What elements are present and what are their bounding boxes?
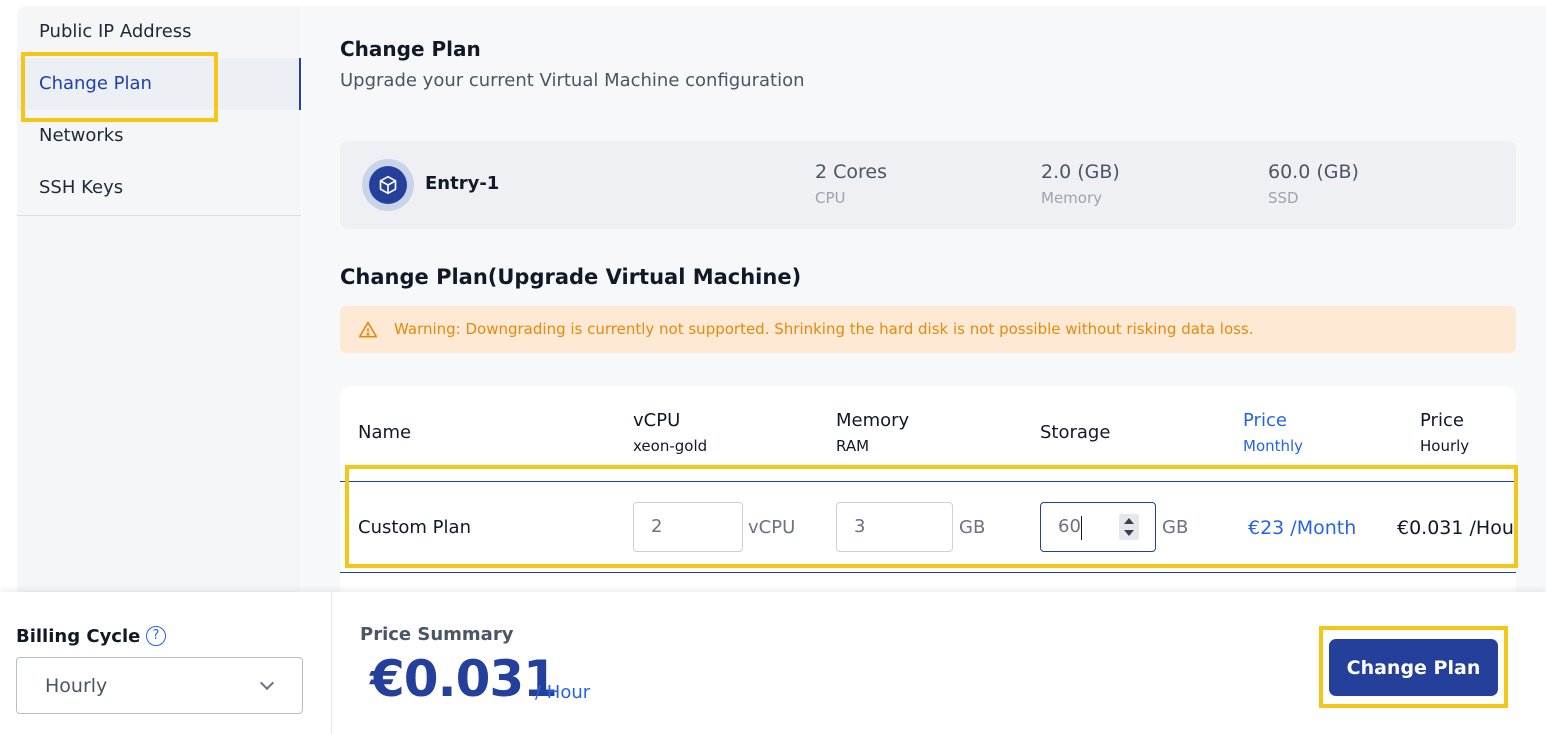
storage-stepper[interactable] [1119, 514, 1139, 540]
vcpu-unit: vCPU [748, 517, 796, 538]
column-header-name: Name [358, 422, 411, 443]
sidebar-item-change-plan[interactable]: Change Plan [17, 58, 301, 110]
price-summary-amount: €0.031 [370, 650, 558, 708]
column-header-vcpu: vCPU xeon-gold [633, 410, 707, 455]
column-header-storage-label: Storage [1040, 422, 1111, 443]
custom-plan-name: Custom Plan [358, 517, 471, 538]
column-header-vcpu-sub: xeon-gold [633, 437, 708, 455]
column-header-name-label: Name [358, 422, 412, 443]
column-header-price-monthly: Price Monthly [1243, 410, 1303, 455]
change-plan-button[interactable]: Change Plan [1329, 639, 1498, 696]
price-summary-unit: / Hour [535, 682, 591, 703]
spec-memory-value: 2.0 (GB) [1041, 161, 1120, 183]
bottom-divider [331, 592, 332, 734]
billing-cycle-select[interactable]: Hourly [16, 657, 303, 714]
plan-table: Name vCPU xeon-gold Memory RAM Storage P… [340, 386, 1516, 606]
column-header-price-monthly-label: Price [1243, 410, 1287, 431]
column-header-price-hourly-label: Price [1420, 410, 1464, 431]
column-header-memory: Memory RAM [836, 410, 909, 455]
warning-icon [358, 321, 378, 338]
row-divider-bottom [340, 572, 1516, 573]
main-panel: Change Plan Upgrade your current Virtual… [302, 6, 1546, 606]
cube-icon [369, 166, 407, 204]
spec-cpu: 2 Cores CPU [815, 161, 887, 207]
page-title: Change Plan [340, 37, 481, 61]
price-monthly-value: €23 /Month [1248, 517, 1357, 539]
stepper-down-icon[interactable] [1124, 530, 1134, 536]
column-header-storage: Storage [1040, 422, 1110, 443]
vcpu-input[interactable]: 2 [633, 502, 743, 552]
spec-ssd: 60.0 (GB) SSD [1268, 161, 1359, 207]
text-caret [1081, 516, 1082, 540]
warning-text: Warning: Downgrading is currently not su… [394, 320, 1254, 338]
price-hourly-value: €0.031 /Hou [1397, 517, 1514, 539]
price-summary-label: Price Summary [360, 624, 514, 645]
bottom-bar: Billing Cycle ? Hourly Price Summary €0.… [0, 592, 1546, 734]
chevron-down-icon [259, 675, 275, 691]
upgrade-section-title: Change Plan(Upgrade Virtual Machine) [340, 265, 802, 289]
column-header-memory-sub: RAM [836, 437, 870, 455]
memory-input[interactable]: 3 [836, 502, 953, 552]
spec-memory: 2.0 (GB) Memory [1041, 161, 1120, 207]
storage-input-value: 60 [1058, 516, 1081, 537]
sidebar-item-ssh-keys[interactable]: SSH Keys [17, 162, 301, 214]
spec-ssd-value: 60.0 (GB) [1268, 161, 1359, 183]
page-subtitle: Upgrade your current Virtual Machine con… [340, 70, 805, 91]
sidebar-item-public-ip[interactable]: Public IP Address [17, 6, 301, 58]
current-plan-name: Entry-1 [425, 173, 500, 194]
billing-cycle-label: Billing Cycle [16, 626, 141, 647]
stepper-up-icon[interactable] [1124, 518, 1134, 524]
column-header-vcpu-label: vCPU [633, 410, 681, 431]
spec-memory-label: Memory [1041, 189, 1103, 207]
spec-cpu-value: 2 Cores [815, 161, 888, 183]
current-plan-card: Entry-1 2 Cores CPU 2.0 (GB) Memory 60.0… [340, 141, 1516, 229]
question-circle-icon[interactable]: ? [146, 626, 166, 646]
spec-cpu-label: CPU [815, 189, 846, 207]
storage-unit: GB [1162, 517, 1189, 538]
column-header-price-hourly: Price Hourly [1420, 410, 1469, 455]
sidebar-item-networks[interactable]: Networks [17, 110, 301, 162]
spec-ssd-label: SSD [1268, 189, 1299, 207]
storage-input[interactable]: 60 [1040, 502, 1156, 552]
billing-cycle-value: Hourly [45, 675, 108, 697]
sidebar: Public IP Address Change Plan Networks S… [17, 6, 301, 606]
row-divider-top [340, 481, 1516, 482]
sidebar-divider [17, 215, 301, 216]
column-header-price-monthly-sub: Monthly [1243, 437, 1304, 455]
column-header-price-hourly-sub: Hourly [1420, 437, 1470, 455]
warning-banner: Warning: Downgrading is currently not su… [340, 306, 1516, 353]
column-header-memory-label: Memory [836, 410, 910, 431]
memory-unit: GB [959, 517, 986, 538]
plan-icon-wrapper [362, 159, 414, 211]
